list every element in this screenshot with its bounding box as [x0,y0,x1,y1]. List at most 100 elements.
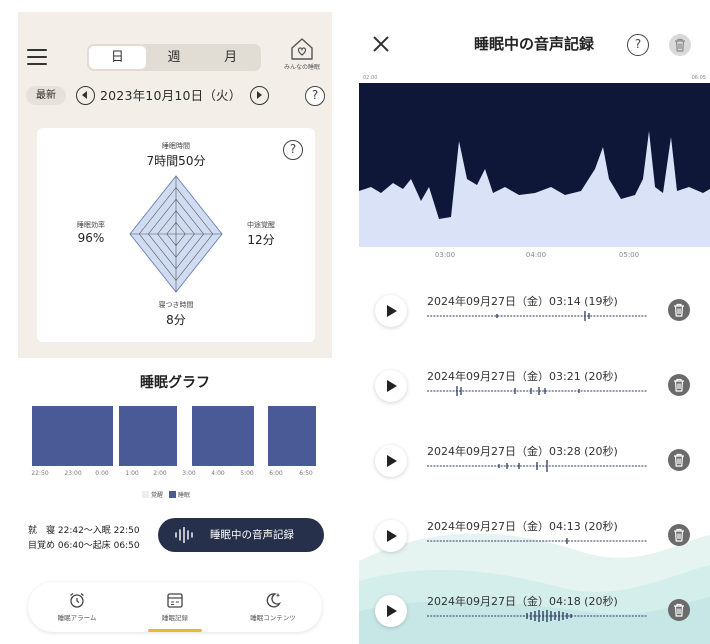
nav-sleep-contents[interactable]: 睡眠コンテンツ [224,582,322,632]
app-screens: 日 週 月 みんなの睡眠 最新 2023年10月10日（火） ? 睡眠時間 7時… [0,0,710,644]
triangle-left-icon [82,91,87,99]
play-button[interactable] [375,520,407,552]
wake-line: 目覚め 06:40〜起床 06:50 [28,541,140,551]
radar-metric-name: 寝つき時間 [158,301,194,309]
recording-item[interactable]: 2024年09月27日（金）03:21 (20秒) [359,348,710,408]
axis-tick: 04:00 [525,251,547,259]
hamburger-menu-icon[interactable] [27,49,47,65]
tick-label: 22:50 [31,470,49,477]
trash-icon [674,453,684,467]
trash-icon [674,603,684,617]
period-segmented-control: 日 週 月 [87,44,261,71]
play-icon [387,530,397,542]
help-icon[interactable]: ? [305,86,325,106]
timeline-end: 06:05 [691,75,706,81]
sleep-audio-record-button[interactable]: 睡眠中の音声記録 [158,518,324,552]
tick-label: 3:00 [182,470,196,477]
help-icon[interactable]: ? [627,34,649,56]
current-date: 2023年10月10日（火） [100,88,242,103]
date-navigation: 最新 2023年10月10日（火） ? [18,84,332,108]
radar-metric-value: 12分 [247,233,275,247]
bottom-navigation: 睡眠アラーム 睡眠記録 睡眠コンテンツ [28,582,322,632]
tab-week[interactable]: 週 [146,46,203,69]
graph-time-ticks: 22:50 23:00 0:00 1:00 2:00 3:00 4:00 5:0… [26,470,326,480]
tick-label: 5:00 [240,470,254,477]
sleep-score-radar-card: 睡眠時間 7時間50分 睡眠効率 96% 中途覚醒 12分 寝つき時間 8分 ? [37,128,315,342]
play-button[interactable] [375,595,407,627]
prev-day-button[interactable] [76,86,95,105]
delete-recording-button[interactable] [668,449,690,471]
play-button[interactable] [375,445,407,477]
tick-label: 2:00 [153,470,167,477]
legend-awake-label: 覚醒 [151,492,164,499]
trash-icon [674,303,684,317]
radar-label-awakening: 中途覚醒 12分 [233,220,289,248]
alarm-clock-icon [70,592,84,608]
radar-label-latency: 寝つき時間 8分 [146,300,206,328]
tick-label: 1:00 [125,470,139,477]
timeline-start: 02:00 [363,75,378,81]
recording-waveform [427,460,647,472]
tab-day[interactable]: 日 [89,46,146,69]
radar-label-efficiency: 睡眠効率 96% [63,220,119,245]
sleep-bar [192,406,254,466]
sleep-bar-chart [32,406,316,466]
nav-label: 睡眠記録 [162,614,188,622]
bedtime-line: 就 寝 22:42〜入眠 22:50 [28,526,140,536]
recording-item[interactable]: 2024年09月27日（金）03:28 (20秒) [359,423,710,483]
recording-item[interactable]: 2024年09月27日（金）04:13 (20秒) [359,498,710,558]
recording-waveform [427,311,647,321]
tick-label: 23:00 [64,470,82,477]
next-day-button[interactable] [250,86,269,105]
trash-icon [675,38,685,52]
recording-item[interactable]: 2024年09月27日（金）04:18 (20秒) [359,573,710,633]
radar-metric-value: 8分 [166,313,186,327]
top-header: 日 週 月 みんなの睡眠 [18,12,332,84]
legend-swatch-awake [142,491,149,498]
delete-recording-button[interactable] [668,524,690,546]
sleep-bar [32,406,113,466]
calendar-icon [167,593,183,608]
legend-sleep-label: 睡眠 [177,492,190,499]
audio-wave-icon [175,527,193,543]
triangle-right-icon [257,91,262,99]
graph-legend: 覚醒 睡眠 [138,490,190,499]
sleep-record-screen: 日 週 月 みんなの睡眠 最新 2023年10月10日（火） ? 睡眠時間 7時… [18,12,332,644]
tick-label: 4:00 [211,470,225,477]
active-tab-indicator [148,629,202,632]
recording-label: 2024年09月27日（金）03:21 (20秒) [427,370,618,383]
recording-waveform [427,610,647,622]
recording-waveform [427,538,647,544]
close-icon[interactable] [371,34,391,54]
delete-recording-button[interactable] [668,374,690,396]
play-icon [387,455,397,467]
sleep-bar [268,406,316,466]
radar-label-sleep-time: 睡眠時間 7時間50分 [141,141,211,169]
recording-label: 2024年09月27日（金）04:18 (20秒) [427,595,618,608]
tick-label: 6:00 [269,470,283,477]
radar-metric-name: 睡眠効率 [77,221,105,229]
radar-metric-value: 96% [77,231,105,245]
record-button-label: 睡眠中の音声記録 [210,529,294,541]
radar-help-icon[interactable]: ? [283,140,303,160]
play-button[interactable] [375,295,407,327]
trash-icon [674,528,684,542]
tab-month[interactable]: 月 [202,46,259,69]
nav-sleep-alarm[interactable]: 睡眠アラーム [28,582,126,632]
radar-metric-name: 睡眠時間 [162,142,190,150]
nav-label: 睡眠コンテンツ [250,614,296,622]
house-heart-icon [291,38,313,60]
delete-all-button[interactable] [669,34,691,56]
play-icon [387,380,397,392]
tick-label: 0:00 [95,470,109,477]
everyones-sleep-button[interactable]: みんなの睡眠 [281,37,323,79]
recording-item[interactable]: 2024年09月27日（金）03:14 (19秒) [359,273,710,333]
axis-tick: 05:00 [618,251,640,259]
delete-recording-button[interactable] [668,599,690,621]
recording-label: 2024年09月27日（金）03:14 (19秒) [427,295,618,308]
latest-button[interactable]: 最新 [26,86,66,105]
play-button[interactable] [375,370,407,402]
delete-recording-button[interactable] [668,299,690,321]
nav-sleep-record[interactable]: 睡眠記録 [126,582,224,632]
play-icon [387,305,397,317]
